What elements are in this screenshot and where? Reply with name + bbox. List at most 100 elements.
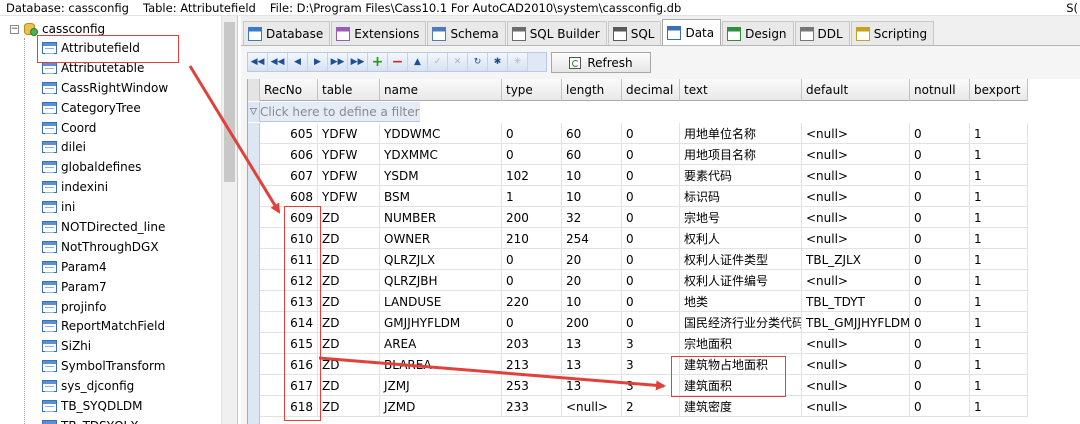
cell-bexport[interactable]: 1 bbox=[970, 123, 1028, 144]
cell-bexport[interactable]: 1 bbox=[970, 291, 1028, 312]
cell-decimal[interactable]: 3 bbox=[622, 354, 680, 375]
cell-bexport[interactable]: 1 bbox=[970, 165, 1028, 186]
cell-text[interactable]: 要素代码 bbox=[680, 165, 802, 186]
cell-notnull[interactable]: 0 bbox=[910, 396, 970, 417]
cell-length[interactable]: 200 bbox=[562, 312, 622, 333]
table-row[interactable]: 616 ZD BLAREA 213 13 3 建筑物占地面积 <null> 0 1 bbox=[260, 354, 1028, 375]
tree-scrollbar[interactable] bbox=[221, 16, 237, 424]
cell-type[interactable]: 0 bbox=[502, 270, 562, 291]
cell-type[interactable]: 213 bbox=[502, 354, 562, 375]
cell-recno[interactable]: 617 bbox=[260, 375, 318, 396]
tree-item-table[interactable]: ReportMatchField bbox=[42, 316, 168, 336]
cell-name[interactable]: QLRZJLX bbox=[380, 249, 502, 270]
tree-root-node[interactable]: − cassconfig bbox=[10, 21, 105, 37]
cell-bexport[interactable]: 1 bbox=[970, 249, 1028, 270]
column-header-table[interactable]: table bbox=[318, 79, 380, 101]
cell-notnull[interactable]: 0 bbox=[910, 270, 970, 291]
cell-length[interactable]: 60 bbox=[562, 144, 622, 165]
cell-text[interactable]: 用地项目名称 bbox=[680, 144, 802, 165]
cell-bexport[interactable]: 1 bbox=[970, 312, 1028, 333]
cell-table[interactable]: ZD bbox=[318, 228, 380, 249]
cell-name[interactable]: YDDWMC bbox=[380, 123, 502, 144]
cell-recno[interactable]: 618 bbox=[260, 396, 318, 417]
goto-bookmark-icon[interactable]: ✳ bbox=[508, 53, 528, 71]
cell-recno[interactable]: 611 bbox=[260, 249, 318, 270]
tree-item-table[interactable]: TB_SYQDLDM bbox=[42, 396, 168, 416]
cell-default[interactable]: <null> bbox=[802, 396, 910, 417]
column-header-type[interactable]: type bbox=[502, 79, 562, 101]
cell-bexport[interactable]: 1 bbox=[970, 144, 1028, 165]
column-header-name[interactable]: name bbox=[380, 79, 502, 101]
tree-item-table[interactable]: TB_TDSYQLX bbox=[42, 416, 168, 424]
cell-name[interactable]: JZMD bbox=[380, 396, 502, 417]
tree-item-table[interactable]: CategoryTree bbox=[42, 98, 168, 118]
scrollbar-thumb[interactable] bbox=[224, 22, 235, 182]
cell-notnull[interactable]: 0 bbox=[910, 165, 970, 186]
data-grid[interactable]: RecNo table name type length decimal text defau… bbox=[247, 79, 1080, 424]
cell-name[interactable]: AREA bbox=[380, 333, 502, 354]
cell-decimal[interactable]: 0 bbox=[622, 144, 680, 165]
tab-data[interactable]: Data bbox=[662, 19, 722, 45]
cell-text[interactable]: 建筑面积 bbox=[680, 375, 802, 396]
cell-name[interactable]: GMJJHYFLDM bbox=[380, 312, 502, 333]
delete-record-icon[interactable]: − bbox=[388, 53, 408, 71]
cell-length[interactable]: 60 bbox=[562, 123, 622, 144]
tree-item-table[interactable]: Attributetable bbox=[42, 58, 168, 78]
table-row[interactable]: 611 ZD QLRZJLX 0 20 0 权利人证件类型 TBL_ZJLX 0 1 bbox=[260, 249, 1028, 270]
cell-text[interactable]: 地类 bbox=[680, 291, 802, 312]
tree-item-table[interactable]: Attributefield bbox=[42, 38, 168, 58]
cell-length[interactable]: <null> bbox=[562, 396, 622, 417]
cell-notnull[interactable]: 0 bbox=[910, 375, 970, 396]
column-header-decimal[interactable]: decimal bbox=[622, 79, 680, 101]
cell-text[interactable]: 标识码 bbox=[680, 186, 802, 207]
cell-recno[interactable]: 608 bbox=[260, 186, 318, 207]
cell-length[interactable]: 13 bbox=[562, 333, 622, 354]
last-page-icon[interactable]: ▶▶ bbox=[348, 53, 368, 71]
cell-decimal[interactable]: 0 bbox=[622, 165, 680, 186]
cell-type[interactable]: 0 bbox=[502, 249, 562, 270]
cell-table[interactable]: ZD bbox=[318, 375, 380, 396]
cell-default[interactable]: <null> bbox=[802, 354, 910, 375]
tree-item-table[interactable]: Coord bbox=[42, 118, 168, 138]
tree-item-table[interactable]: projinfo bbox=[42, 297, 168, 317]
column-header-notnull[interactable]: notnull bbox=[910, 79, 970, 101]
cell-recno[interactable]: 614 bbox=[260, 312, 318, 333]
cell-text[interactable]: 权利人证件编号 bbox=[680, 270, 802, 291]
cell-decimal[interactable]: 0 bbox=[622, 270, 680, 291]
cell-table[interactable]: ZD bbox=[318, 291, 380, 312]
cell-table[interactable]: ZD bbox=[318, 312, 380, 333]
cell-bexport[interactable]: 1 bbox=[970, 354, 1028, 375]
table-row[interactable]: 617 ZD JZMJ 253 13 3 建筑面积 <null> 0 1 bbox=[260, 375, 1028, 396]
cell-default[interactable]: <null> bbox=[802, 165, 910, 186]
cell-length[interactable]: 32 bbox=[562, 207, 622, 228]
cell-notnull[interactable]: 0 bbox=[910, 291, 970, 312]
cell-notnull[interactable]: 0 bbox=[910, 186, 970, 207]
cell-length[interactable]: 13 bbox=[562, 354, 622, 375]
column-header-text[interactable]: text bbox=[680, 79, 802, 101]
cell-length[interactable]: 10 bbox=[562, 165, 622, 186]
cell-table[interactable]: YDFW bbox=[318, 186, 380, 207]
cell-notnull[interactable]: 0 bbox=[910, 312, 970, 333]
tab-extensions[interactable]: Extensions bbox=[331, 21, 427, 45]
table-row[interactable]: 618 ZD JZMD 233 <null> 2 建筑密度 <null> 0 1 bbox=[260, 396, 1028, 417]
cell-bexport[interactable]: 1 bbox=[970, 375, 1028, 396]
cancel-edit-icon[interactable]: ✕ bbox=[448, 53, 468, 71]
tree-item-table[interactable]: Param7 bbox=[42, 277, 168, 297]
cell-name[interactable]: LANDUSE bbox=[380, 291, 502, 312]
post-edit-icon[interactable]: ✓ bbox=[428, 53, 448, 71]
table-row[interactable]: 608 YDFW BSM 1 10 0 标识码 <null> 0 1 bbox=[260, 186, 1028, 207]
refresh-data-icon[interactable]: ↻ bbox=[468, 53, 488, 71]
cell-recno[interactable]: 610 bbox=[260, 228, 318, 249]
cell-notnull[interactable]: 0 bbox=[910, 333, 970, 354]
table-row[interactable]: 613 ZD LANDUSE 220 10 0 地类 TBL_TDYT 0 1 bbox=[260, 291, 1028, 312]
cell-default[interactable]: <null> bbox=[802, 375, 910, 396]
cell-default[interactable]: <null> bbox=[802, 228, 910, 249]
cell-table[interactable]: YDFW bbox=[318, 144, 380, 165]
cell-decimal[interactable]: 0 bbox=[622, 291, 680, 312]
cell-text[interactable]: 用地单位名称 bbox=[680, 123, 802, 144]
cell-notnull[interactable]: 0 bbox=[910, 207, 970, 228]
edit-record-icon[interactable]: ▲ bbox=[408, 53, 428, 71]
cell-decimal[interactable]: 0 bbox=[622, 228, 680, 249]
table-row[interactable]: 607 YDFW YSDM 102 10 0 要素代码 <null> 0 1 bbox=[260, 165, 1028, 186]
cell-table[interactable]: ZD bbox=[318, 333, 380, 354]
